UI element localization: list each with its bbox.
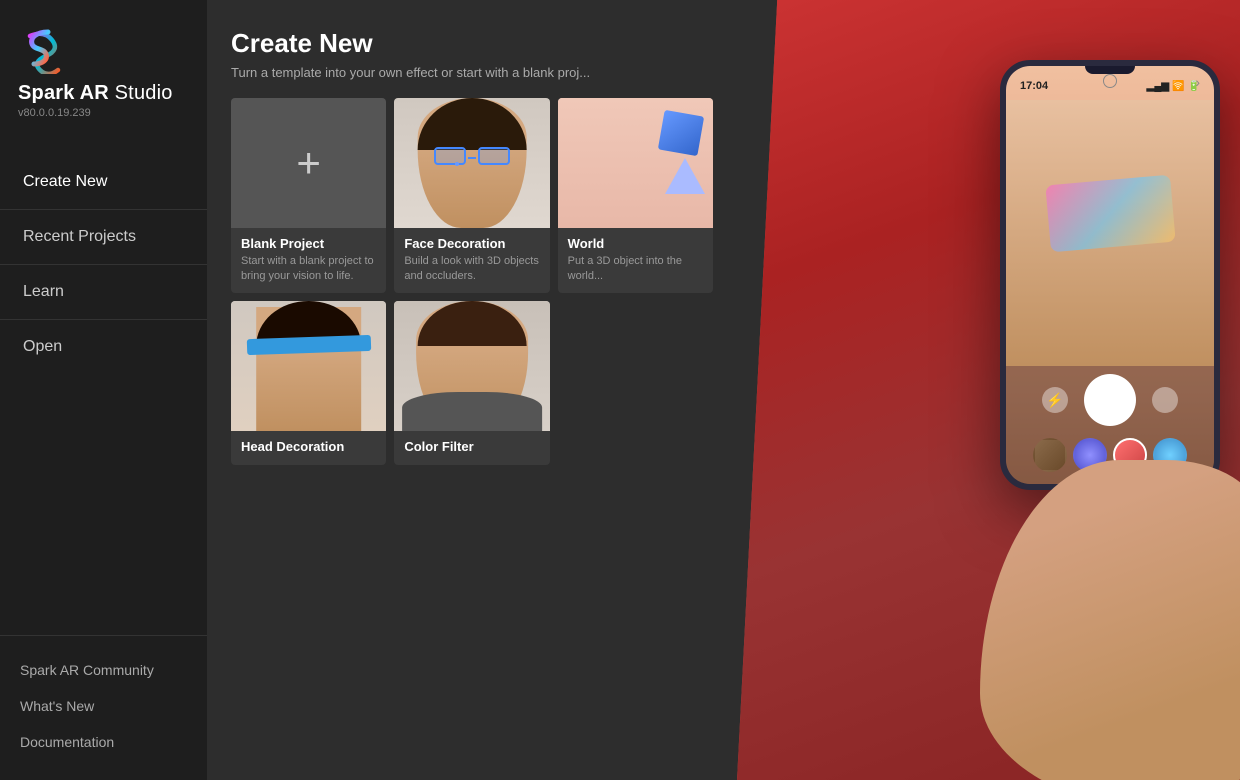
capture-button[interactable] [1084, 374, 1136, 426]
page-subtitle: Turn a template into your own effect or … [231, 65, 713, 80]
sidebar-item-create-new[interactable]: Create New [0, 159, 207, 205]
phone-status-icons: ▂▄▆ 🛜 🔋 [1147, 81, 1200, 92]
template-name-world: World [568, 236, 703, 251]
sidebar: Spark AR Studio v80.0.0.19.239 Create Ne… [0, 0, 207, 780]
right-panel: 17:04 ▂▄▆ 🛜 🔋 › [737, 0, 1240, 780]
documentation-link[interactable]: Documentation [0, 724, 207, 760]
head-scene [231, 301, 386, 431]
switch-camera-button[interactable] [1152, 387, 1178, 413]
hair-shape [418, 98, 527, 150]
nav-divider-1 [0, 209, 207, 210]
version-text: v80.0.0.19.239 [18, 107, 91, 119]
world-scene [558, 98, 713, 228]
phone-device: 17:04 ▂▄▆ 🛜 🔋 › [1000, 60, 1220, 490]
wifi-icon: 🛜 [1172, 81, 1184, 92]
effect-thumb-1[interactable] [1033, 438, 1067, 472]
template-info-head: Head Decoration [231, 431, 386, 465]
template-desc-face: Build a look with 3D objects and occlude… [404, 254, 539, 285]
template-thumb-head [231, 301, 386, 431]
glass-lens-right [478, 147, 510, 165]
plus-icon: + [296, 139, 321, 187]
nav-divider-3 [0, 319, 207, 320]
template-name-face: Face Decoration [404, 236, 539, 251]
template-card-color[interactable]: Color Filter [394, 301, 549, 465]
app-name-bold: Spark AR [18, 82, 109, 104]
community-link[interactable]: Spark AR Community [0, 652, 207, 688]
phone-ar-view [1006, 100, 1214, 366]
sidebar-item-recent-projects[interactable]: Recent Projects [0, 214, 207, 260]
logo-area: Spark AR Studio v80.0.0.19.239 [0, 0, 207, 129]
sidebar-nav: Create New Recent Projects Learn Open [0, 159, 207, 635]
content-split: Create New Turn a template into your own… [207, 0, 1240, 780]
bottom-links: Spark AR Community What's New Documentat… [0, 635, 207, 780]
spark-ar-logo-icon [18, 22, 70, 74]
nav-divider-2 [0, 264, 207, 265]
template-name-color: Color Filter [404, 439, 539, 454]
phone-screen: 17:04 ▂▄▆ 🛜 🔋 › [1006, 66, 1214, 484]
blue-dot-accent [455, 162, 459, 166]
ar-circle-indicator [1103, 74, 1117, 88]
main-content: Create New Turn a template into your own… [207, 0, 1240, 780]
template-desc-world: Put a 3D object into the world... [568, 254, 703, 285]
left-panel: Create New Turn a template into your own… [207, 0, 737, 780]
sidebar-item-learn[interactable]: Learn [0, 269, 207, 315]
template-info-blank: Blank Project Start with a blank project… [231, 228, 386, 293]
template-name-blank: Blank Project [241, 236, 376, 251]
face-silhouette [394, 98, 549, 228]
whats-new-link[interactable]: What's New [0, 688, 207, 724]
world-cube [658, 110, 704, 156]
glass-bridge [468, 157, 476, 159]
capture-row: ⚡ [1012, 374, 1208, 426]
ar-glasses-effect [1045, 174, 1175, 251]
template-thumb-face [394, 98, 549, 228]
template-info-color: Color Filter [394, 431, 549, 465]
sidebar-item-open[interactable]: Open [0, 324, 207, 370]
template-card-blank[interactable]: + Blank Project Start with a blank proje… [231, 98, 386, 293]
page-title: Create New [231, 28, 713, 59]
template-card-world[interactable]: World Put a 3D object into the world... [558, 98, 713, 293]
template-desc-blank: Start with a blank project to bring your… [241, 254, 376, 285]
color-scene [394, 301, 549, 431]
templates-grid: + Blank Project Start with a blank proje… [231, 98, 713, 465]
flash-button[interactable]: ⚡ [1042, 387, 1068, 413]
template-card-head[interactable]: Head Decoration [231, 301, 386, 465]
template-info-world: World Put a 3D object into the world... [558, 228, 713, 293]
template-info-face: Face Decoration Build a look with 3D obj… [394, 228, 549, 293]
app-title: Spark AR Studio [18, 82, 173, 105]
glass-lens-left [434, 147, 466, 165]
ar-arrow-indicator: › [1195, 74, 1200, 90]
glasses-overlay [434, 147, 510, 165]
app-name-regular: Studio [109, 82, 173, 104]
template-thumb-world [558, 98, 713, 228]
phone-notch [1085, 66, 1135, 74]
signal-icon: ▂▄▆ [1147, 81, 1169, 92]
template-name-head: Head Decoration [241, 439, 376, 454]
arms-crossed [402, 392, 542, 431]
template-card-face[interactable]: Face Decoration Build a look with 3D obj… [394, 98, 549, 293]
world-triangle [665, 158, 705, 194]
phone-time: 17:04 [1020, 80, 1048, 92]
template-thumb-color [394, 301, 549, 431]
template-thumb-blank: + [231, 98, 386, 228]
